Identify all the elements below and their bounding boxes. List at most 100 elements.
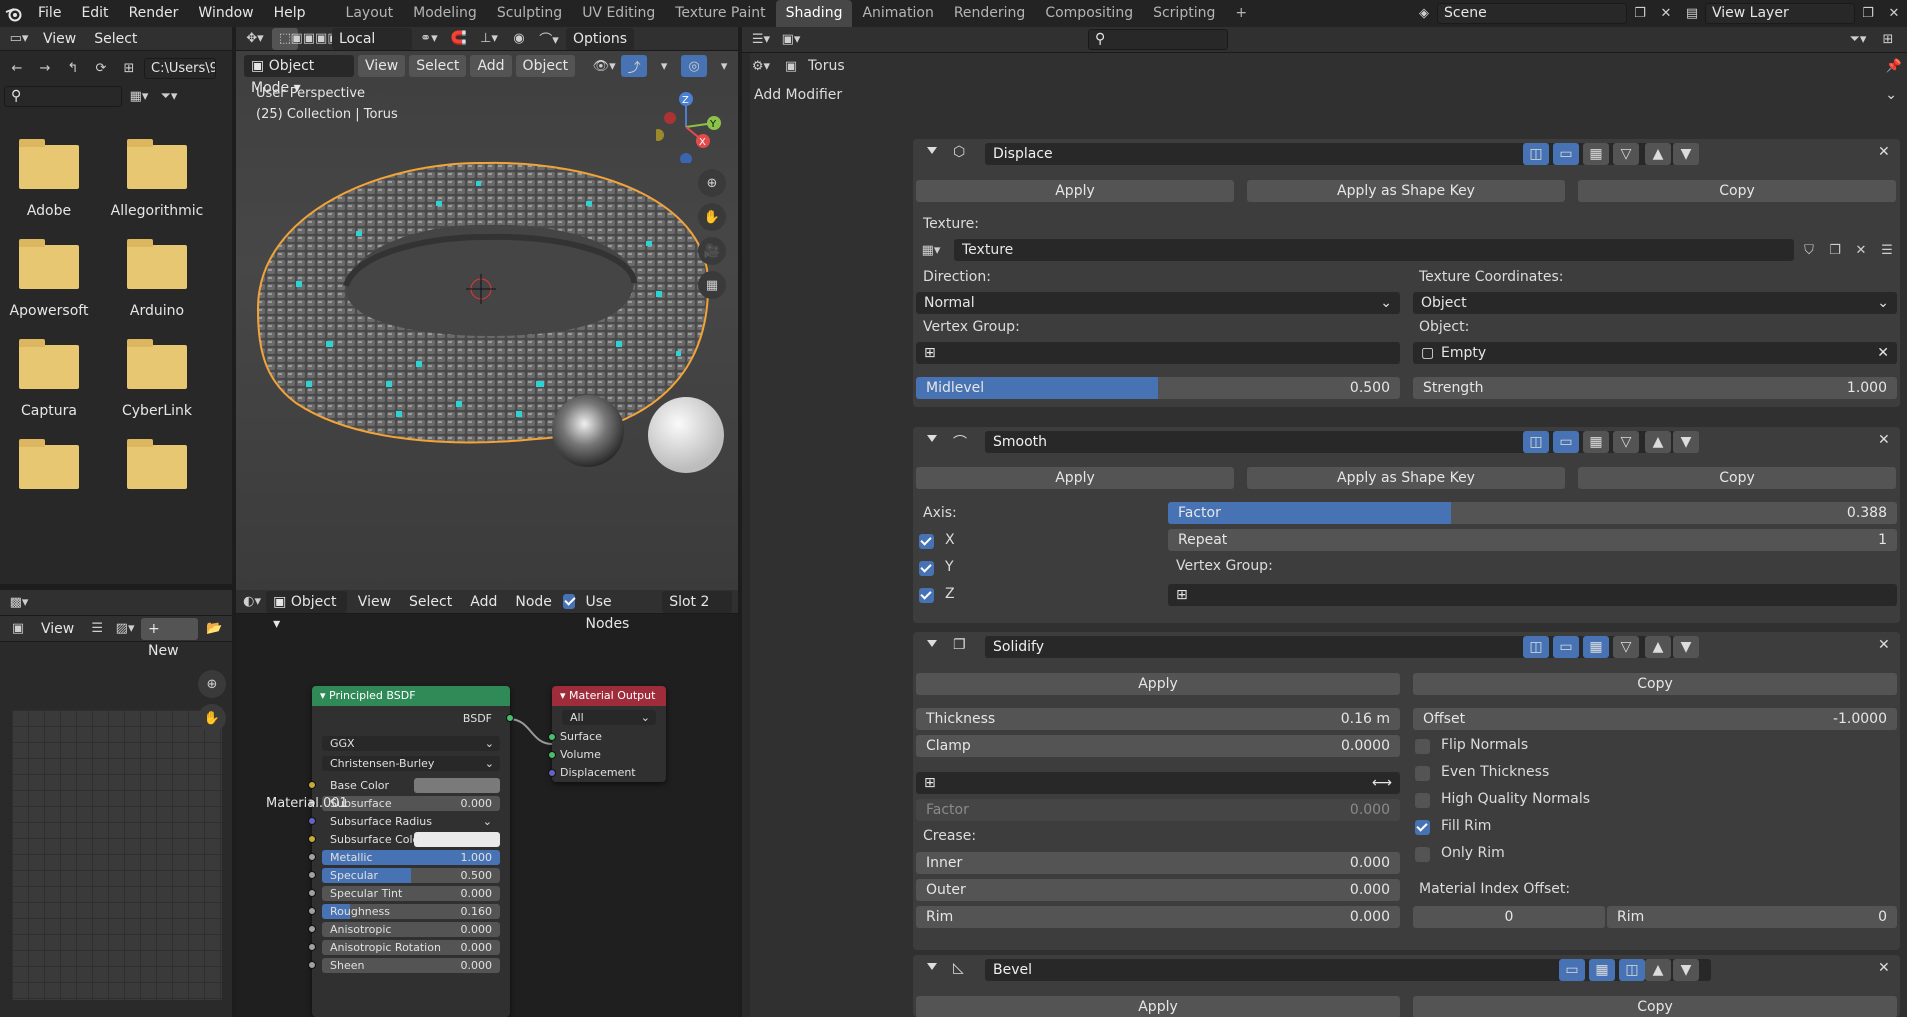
image-pan-icon[interactable]: ✋ xyxy=(198,704,226,732)
collapse-solidify-icon[interactable] xyxy=(927,640,937,647)
even-thickness-checkbox[interactable] xyxy=(1415,766,1430,781)
mat-index-rim-field[interactable]: Rim 0 xyxy=(1607,906,1897,928)
scene-icon[interactable]: ◈ xyxy=(1411,3,1437,25)
midlevel-slider[interactable]: Midlevel 0.500 xyxy=(916,377,1400,399)
new-folder-icon[interactable]: ⊞ xyxy=(116,57,142,79)
render-display-icon[interactable]: ▦ xyxy=(1583,143,1609,165)
color-input[interactable]: Subsurface Color xyxy=(322,832,500,847)
on-cage-icon[interactable]: ▽ xyxy=(1613,143,1639,165)
outliner-type-icon[interactable]: ☰▾ xyxy=(748,29,774,51)
flip-normals-checkbox[interactable] xyxy=(1415,739,1430,754)
bsdf-node-header[interactable]: ▾ Principled BSDF xyxy=(312,686,510,706)
input-socket[interactable] xyxy=(308,817,316,825)
value-slider[interactable]: Sheen 0.000 xyxy=(322,958,500,973)
filter-icon[interactable]: ⏷▾ xyxy=(156,85,182,107)
principled-bsdf-node[interactable]: ▾ Principled BSDF BSDF GGX ⌄ Christensen-… xyxy=(308,686,514,1017)
shader-node-editor[interactable]: ◐▾ ▣ Object ▾ View Select Add Node Use N… xyxy=(236,590,738,1017)
open-image-icon[interactable]: 📂 xyxy=(202,618,226,640)
thickness-field[interactable]: Thickness 0.16 m xyxy=(916,708,1400,730)
render-display-icon[interactable]: ▦ xyxy=(1583,431,1609,453)
subsurface-method-select[interactable]: Christensen-Burley ⌄ xyxy=(322,756,500,771)
output-node-header[interactable]: ▾ Material Output xyxy=(552,686,666,706)
volume-socket[interactable] xyxy=(548,751,556,759)
3d-viewport[interactable]: ▣ Object Mode ▾ View Select Add Object 👁… xyxy=(236,51,790,590)
ortho-grid-icon[interactable]: ▦ xyxy=(698,271,726,299)
hq-normals-checkbox[interactable] xyxy=(1415,793,1430,808)
input-socket[interactable] xyxy=(308,871,316,879)
path-field[interactable]: C:\Users\9... xyxy=(144,57,216,79)
folder-item[interactable]: Apowersoft xyxy=(0,239,103,319)
solidify-apply-button[interactable]: Apply xyxy=(916,673,1400,695)
crease-inner-field[interactable]: Inner 0.000 xyxy=(916,852,1400,874)
input-socket[interactable] xyxy=(308,835,316,843)
input-socket[interactable] xyxy=(308,889,316,897)
value-slider[interactable]: Specular Tint 0.000 xyxy=(322,886,500,901)
smooth-apply-shape-button[interactable]: Apply as Shape Key xyxy=(1247,467,1565,489)
fb-search-input[interactable]: ⚲ xyxy=(4,85,122,107)
new-scene-icon[interactable]: ❐ xyxy=(1627,3,1653,25)
hamburger-menu-icon[interactable]: ☰ xyxy=(85,618,109,640)
render-display-icon[interactable]: ▦ xyxy=(1589,959,1615,981)
image-editor-type-icon[interactable]: ▩▾ xyxy=(6,592,32,614)
displace-apply-button[interactable]: Apply xyxy=(916,180,1234,202)
input-socket[interactable] xyxy=(308,925,316,933)
texture-properties-icon[interactable]: ☰ xyxy=(1874,239,1900,261)
solidify-factor-field[interactable]: Factor 0.000 xyxy=(916,799,1400,821)
color-swatch[interactable] xyxy=(414,832,500,847)
fb-menu-view[interactable]: View xyxy=(36,28,83,50)
bevel-apply-button[interactable]: Apply xyxy=(916,996,1400,1017)
realtime-display-icon[interactable]: ▭ xyxy=(1559,959,1585,981)
zoom-icon[interactable]: ⊕ xyxy=(698,169,726,197)
blender-logo-icon[interactable] xyxy=(0,3,28,25)
display-mode-icon[interactable]: ▦▾ xyxy=(126,85,152,107)
view-layer-field[interactable]: View Layer xyxy=(1705,3,1855,24)
navigation-gizmo[interactable]: Z YX xyxy=(652,91,726,165)
texture-field[interactable]: Texture xyxy=(954,239,1794,261)
scene-field[interactable]: Scene xyxy=(1437,3,1627,24)
orientation-select[interactable]: Local xyxy=(332,27,412,50)
folder-item[interactable]: Captura xyxy=(0,339,103,419)
snap-icon[interactable]: 🧲 xyxy=(446,28,472,50)
pin-icon[interactable]: 📌 xyxy=(1881,55,1907,77)
material-output-node[interactable]: ▾ Material Output All ⌄ Surface Volume Di… xyxy=(548,686,666,782)
folder-item[interactable]: Arduino xyxy=(103,239,211,319)
tab-rendering[interactable]: Rendering xyxy=(944,0,1036,27)
value-slider[interactable]: Anisotropic 0.000 xyxy=(322,922,500,937)
remove-view-layer-icon[interactable]: ✕ xyxy=(1881,3,1907,25)
image-zoom-icon[interactable]: ⊕ xyxy=(198,670,226,698)
image-menu-view[interactable]: View xyxy=(34,618,81,640)
folder-item[interactable]: Adobe xyxy=(0,139,103,219)
crease-rim-field[interactable]: Rim 0.000 xyxy=(916,906,1400,928)
menu-file[interactable]: File xyxy=(28,0,71,27)
add-modifier-select[interactable]: Add Modifier ⌄ xyxy=(746,84,1903,106)
transform-tool-icon[interactable]: ✥▾ xyxy=(242,28,268,50)
editmode-cage-icon[interactable]: ◫ xyxy=(1523,431,1549,453)
folder-item[interactable] xyxy=(0,439,103,503)
strength-field[interactable]: Strength 1.000 xyxy=(1413,377,1897,399)
duplicate-texture-icon[interactable]: ❐ xyxy=(1822,239,1848,261)
smooth-vgroup-field[interactable]: ⊞ xyxy=(1168,584,1897,606)
clamp-field[interactable]: Clamp 0.0000 xyxy=(916,735,1400,757)
move-down-icon[interactable]: ▼ xyxy=(1673,143,1699,165)
move-down-icon[interactable]: ▼ xyxy=(1673,636,1699,658)
texture-coords-select[interactable]: Object ⌄ xyxy=(1413,292,1897,314)
forward-icon[interactable]: → xyxy=(32,57,58,79)
on-cage-icon[interactable]: ▽ xyxy=(1613,636,1639,658)
fb-menu-select[interactable]: Select xyxy=(87,28,144,50)
solidify-vgroup-field[interactable]: ⊞ ⟷ xyxy=(916,772,1400,794)
tab-sculpting[interactable]: Sculpting xyxy=(487,0,572,27)
pan-hand-icon[interactable]: ✋ xyxy=(698,203,726,231)
bsdf-output-socket[interactable] xyxy=(506,714,514,722)
pivot-icon[interactable]: ⚭▾ xyxy=(416,28,442,50)
input-socket[interactable] xyxy=(308,781,316,789)
outliner-search-input[interactable]: ⚲ xyxy=(1088,29,1228,50)
surface-socket[interactable] xyxy=(548,733,556,741)
realtime-display-icon[interactable]: ▭ xyxy=(1553,431,1579,453)
filter-icon[interactable]: ⏷▾ xyxy=(1845,29,1871,51)
axis-z-checkbox[interactable] xyxy=(919,588,934,603)
value-slider[interactable]: Specular 0.500 xyxy=(322,868,500,883)
smooth-copy-button[interactable]: Copy xyxy=(1578,467,1896,489)
smooth-repeat-field[interactable]: Repeat 1 xyxy=(1168,529,1897,551)
vertex-group-field[interactable]: ⊞ xyxy=(916,342,1400,364)
view-layer-icon[interactable]: ▤ xyxy=(1679,3,1705,25)
